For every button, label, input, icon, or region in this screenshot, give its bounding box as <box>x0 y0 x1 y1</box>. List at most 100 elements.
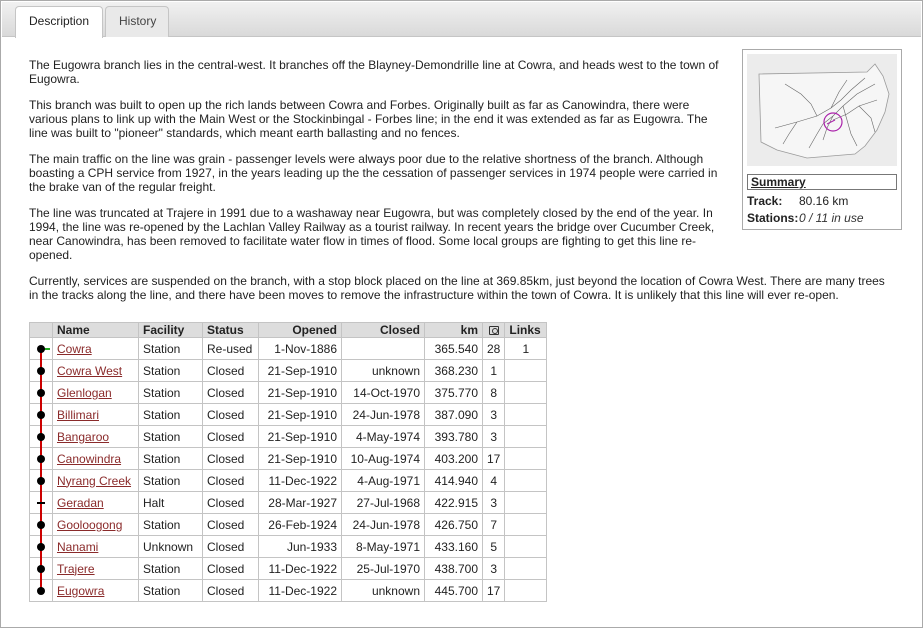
nsw-map-icon[interactable] <box>747 54 897 166</box>
status-cell: Closed <box>202 447 259 470</box>
station-link[interactable]: Canowindra <box>57 452 121 466</box>
photos-cell[interactable]: 4 <box>481 469 506 492</box>
table-row: Glenlogan Station Closed 21-Sep-1910 14-Oct-… <box>29 381 548 404</box>
station-marker <box>37 455 45 463</box>
photos-cell[interactable]: 28 <box>481 337 506 360</box>
closed-cell: 8-May-1971 <box>341 535 425 558</box>
description-section: Summary Track: 80.16 km Stations:0 / 11 i… <box>29 49 902 314</box>
opened-cell: 21-Sep-1910 <box>258 403 342 426</box>
links-cell[interactable] <box>504 425 548 448</box>
station-name-cell: Geradan <box>52 491 139 514</box>
photos-cell[interactable]: 17 <box>481 579 506 602</box>
station-link[interactable]: Trajere <box>57 562 95 576</box>
track-diagram-cell <box>29 337 53 360</box>
opened-cell: 28-Mar-1927 <box>258 491 342 514</box>
links-cell[interactable] <box>504 579 548 602</box>
track-diagram <box>37 558 45 580</box>
header-km[interactable]: km <box>424 322 483 338</box>
links-cell[interactable] <box>504 491 548 514</box>
station-name-cell: Gooloogong <box>52 513 139 536</box>
station-link[interactable]: Nanami <box>57 540 98 554</box>
links-cell[interactable] <box>504 447 548 470</box>
closed-cell <box>341 337 425 360</box>
station-link[interactable]: Nyrang Creek <box>57 474 131 488</box>
photos-cell[interactable]: 3 <box>481 425 506 448</box>
km-cell: 426.750 <box>424 513 483 536</box>
table-row: Cowra Station Re-used 1-Nov-1886 365.540 28 1 <box>29 337 548 360</box>
status-cell: Closed <box>202 491 259 514</box>
facility-cell: Station <box>138 513 203 536</box>
photos-cell[interactable]: 3 <box>481 403 506 426</box>
tab-description[interactable]: Description <box>15 6 103 38</box>
station-link[interactable]: Cowra <box>57 342 92 356</box>
track-diagram-cell <box>29 403 53 426</box>
opened-cell: 21-Sep-1910 <box>258 359 342 382</box>
description-paragraph: Currently, services are suspended on the… <box>29 274 885 302</box>
station-link[interactable]: Cowra West <box>57 364 122 378</box>
header-facility[interactable]: Facility <box>138 322 203 338</box>
table-row: Canowindra Station Closed 21-Sep-1910 10-Aug… <box>29 447 548 470</box>
track-diagram-cell <box>29 557 53 580</box>
track-diagram <box>37 448 45 470</box>
track-value: 80.16 km <box>799 194 849 208</box>
track-diagram-cell <box>29 425 53 448</box>
closed-cell: 24-Jun-1978 <box>341 513 425 536</box>
closed-cell: 10-Aug-1974 <box>341 447 425 470</box>
track-diagram <box>37 404 45 426</box>
links-cell[interactable] <box>504 469 548 492</box>
stations-table: Name Facility Status Opened Closed km Li… <box>29 322 548 602</box>
km-cell: 387.090 <box>424 403 483 426</box>
track-diagram <box>37 360 45 382</box>
header-status[interactable]: Status <box>202 322 259 338</box>
track-header <box>29 322 53 338</box>
station-link[interactable]: Geradan <box>57 496 104 510</box>
links-cell[interactable] <box>504 557 548 580</box>
links-cell[interactable]: 1 <box>504 337 548 360</box>
km-cell: 365.540 <box>424 337 483 360</box>
station-marker <box>37 389 45 397</box>
station-name-cell: Cowra West <box>52 359 139 382</box>
station-link[interactable]: Bangaroo <box>57 430 109 444</box>
header-links[interactable]: Links <box>504 322 548 338</box>
photos-cell[interactable]: 8 <box>481 381 506 404</box>
facility-cell: Station <box>138 447 203 470</box>
station-marker <box>37 345 45 353</box>
status-cell: Closed <box>202 469 259 492</box>
photos-cell[interactable]: 5 <box>481 535 506 558</box>
station-link[interactable]: Billimari <box>57 408 99 422</box>
links-cell[interactable] <box>504 359 548 382</box>
track-diagram <box>37 514 45 536</box>
status-cell: Re-used <box>202 337 259 360</box>
station-link[interactable]: Eugowra <box>57 584 104 598</box>
track-diagram-cell <box>29 469 53 492</box>
stations-label: Stations: <box>747 211 799 225</box>
links-cell[interactable] <box>504 513 548 536</box>
km-cell: 403.200 <box>424 447 483 470</box>
status-cell: Closed <box>202 557 259 580</box>
links-cell[interactable] <box>504 403 548 426</box>
station-name-cell: Trajere <box>52 557 139 580</box>
links-cell[interactable] <box>504 535 548 558</box>
tab-history[interactable]: History <box>105 6 169 37</box>
header-name[interactable]: Name <box>52 322 139 338</box>
header-closed[interactable]: Closed <box>341 322 425 338</box>
camera-icon[interactable] <box>481 322 506 338</box>
table-row: Nyrang Creek Station Closed 11-Dec-1922 4-Au… <box>29 469 548 492</box>
station-link[interactable]: Glenlogan <box>57 386 112 400</box>
station-marker <box>37 587 45 595</box>
photos-cell[interactable]: 7 <box>481 513 506 536</box>
photos-cell[interactable]: 1 <box>481 359 506 382</box>
photos-cell[interactable]: 3 <box>481 491 506 514</box>
photos-cell[interactable]: 3 <box>481 557 506 580</box>
facility-cell: Unknown <box>138 535 203 558</box>
track-diagram-cell <box>29 447 53 470</box>
km-cell: 445.700 <box>424 579 483 602</box>
km-cell: 393.780 <box>424 425 483 448</box>
station-link[interactable]: Gooloogong <box>57 518 122 532</box>
summary-box: Summary Track: 80.16 km Stations:0 / 11 i… <box>742 49 902 230</box>
photos-cell[interactable]: 17 <box>481 447 506 470</box>
status-cell: Closed <box>202 579 259 602</box>
station-marker <box>37 521 45 529</box>
header-opened[interactable]: Opened <box>258 322 342 338</box>
links-cell[interactable] <box>504 381 548 404</box>
